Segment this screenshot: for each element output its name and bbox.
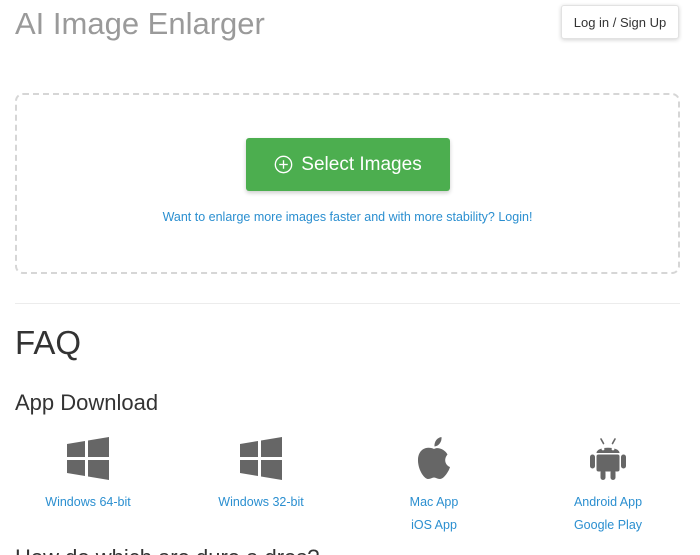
login-signup-button[interactable]: Log in / Sign Up: [561, 5, 679, 39]
app-download-heading: App Download: [15, 390, 159, 415]
download-android: Android App Google Play: [528, 434, 688, 537]
android-icon: [590, 438, 626, 480]
select-images-button[interactable]: Select Images: [246, 138, 450, 191]
select-images-label: Select Images: [301, 153, 422, 175]
windows-icon: [67, 437, 109, 480]
mac-app-link[interactable]: Mac App: [354, 491, 514, 514]
plus-circle-icon: [274, 155, 293, 174]
download-windows-64: Windows 64-bit: [8, 434, 168, 514]
apple-icon: [417, 437, 450, 479]
windows-icon: [240, 437, 282, 480]
section-divider: [15, 303, 680, 304]
ios-app-link[interactable]: iOS App: [354, 514, 514, 537]
android-app-link[interactable]: Android App: [528, 491, 688, 514]
download-windows-32: Windows 32-bit: [181, 434, 341, 514]
faq-question-heading: How do which are dure a dres?: [15, 544, 320, 555]
faq-heading: FAQ: [15, 324, 82, 361]
login-hint-link[interactable]: Want to enlarge more images faster and w…: [15, 210, 680, 224]
google-play-link[interactable]: Google Play: [528, 514, 688, 537]
download-apple: Mac App iOS App: [354, 434, 514, 537]
page-title: AI Image Enlarger: [15, 6, 265, 41]
windows-32-link[interactable]: Windows 32-bit: [181, 491, 341, 514]
windows-64-link[interactable]: Windows 64-bit: [8, 491, 168, 514]
page: AI Image Enlarger Log in / Sign Up Selec…: [0, 0, 700, 555]
